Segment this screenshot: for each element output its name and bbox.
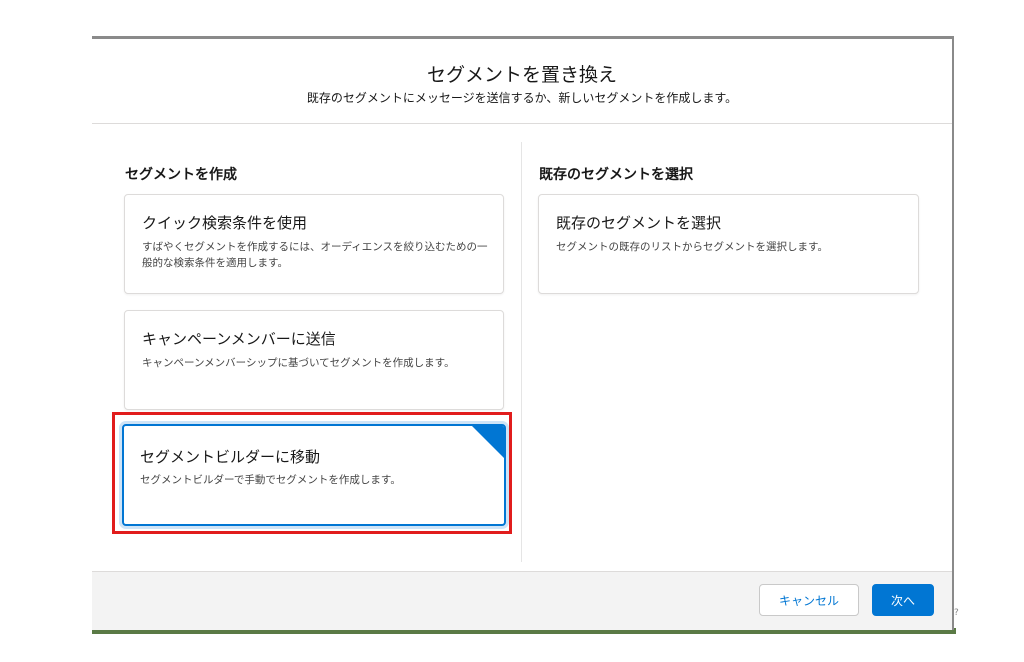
cancel-button[interactable]: キャンセル xyxy=(759,584,859,616)
modal-header: セグメントを置き換え 既存のセグメントにメッセージを送信するか、新しいセグメント… xyxy=(92,39,952,124)
modal-title: セグメントを置き換え xyxy=(426,64,617,86)
next-button[interactable]: 次へ xyxy=(872,584,934,616)
segment-builder-option[interactable]: セグメントビルダーに移動 セグメントビルダーで手動でセグメントを作成します。 xyxy=(122,424,506,526)
create-section-title: セグメントを作成 xyxy=(125,167,237,183)
option-description: セグメントビルダーで手動でセグメントを作成します。 xyxy=(140,474,401,486)
modal-footer: キャンセル 次へ xyxy=(92,571,952,630)
edge-mark: ? xyxy=(954,608,959,618)
option-description: セグメントの既存のリストからセグメントを選択します。 xyxy=(556,241,828,253)
option-title: キャンペーンメンバーに送信 xyxy=(142,330,336,348)
existing-section-title: 既存のセグメントを選択 xyxy=(539,167,693,183)
option-description: すばやくセグメントを作成するには、オーディエンスを絞り込むための一般的な検索条件… xyxy=(142,241,488,269)
option-title: セグメントビルダーに移動 xyxy=(140,448,321,466)
modal-subtitle: 既存のセグメントにメッセージを送信するか、新しいセグメントを作成します。 xyxy=(306,91,738,105)
option-description: キャンペーンメンバーシップに基づいてセグメントを作成します。 xyxy=(142,357,455,369)
campaign-members-option[interactable]: キャンペーンメンバーに送信 キャンペーンメンバーシップに基づいてセグメントを作成… xyxy=(124,310,504,410)
option-title: クイック検索条件を使用 xyxy=(142,214,308,232)
selected-corner-icon xyxy=(472,426,504,458)
option-title: 既存のセグメントを選択 xyxy=(556,214,722,232)
existing-segment-option[interactable]: 既存のセグメントを選択 セグメントの既存のリストからセグメントを選択します。 xyxy=(538,194,919,294)
column-divider xyxy=(521,142,522,562)
quick-filter-option[interactable]: クイック検索条件を使用 すばやくセグメントを作成するには、オーディエンスを絞り込… xyxy=(124,194,504,294)
replace-segment-modal: セグメントを置き換え 既存のセグメントにメッセージを送信するか、新しいセグメント… xyxy=(92,36,954,630)
modal-body: セグメントを作成 クイック検索条件を使用 すばやくセグメントを作成するには、オー… xyxy=(92,124,952,574)
